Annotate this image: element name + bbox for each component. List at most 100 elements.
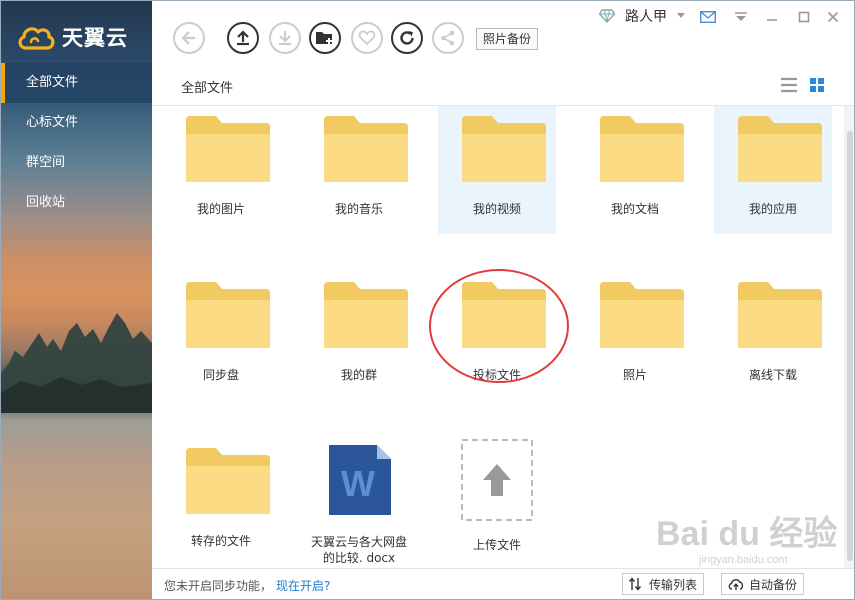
mail-icon (700, 11, 716, 23)
upload-placeholder-icon (461, 439, 533, 521)
diamond-icon (599, 9, 615, 23)
folder-name: 我的群 (340, 368, 377, 382)
folder-item[interactable]: 照片 (576, 272, 694, 400)
folder-name: 同步盘 (202, 368, 239, 382)
user-name: 路人甲 (625, 9, 667, 25)
favorite-button[interactable] (351, 22, 383, 54)
folder-icon (738, 116, 822, 182)
folder-item[interactable]: 我的音乐 (300, 106, 418, 234)
sidebar-nav: 全部文件 心标文件 群空间 回收站 (1, 63, 152, 223)
caret-down-icon (677, 13, 685, 18)
app-window: 天翼云 全部文件 心标文件 群空间 回收站 照片备份 路人甲 全部文件 我的图片… (0, 0, 855, 600)
folder-item[interactable]: 转存的文件 (162, 438, 280, 566)
folder-item[interactable]: 我的群 (300, 272, 418, 400)
folder-item[interactable]: 离线下载 (714, 272, 832, 400)
sidebar-item-starred-files[interactable]: 心标文件 (1, 103, 152, 143)
maximize-icon (798, 11, 810, 23)
new-folder-icon (316, 32, 332, 44)
download-icon (279, 31, 291, 46)
sidebar: 天翼云 全部文件 心标文件 群空间 回收站 (1, 1, 152, 599)
folder-name: 转存的文件 (190, 534, 251, 548)
heart-icon (358, 30, 376, 46)
folder-icon (738, 282, 822, 348)
folder-icon (324, 116, 408, 182)
file-name: 天翼云与各大网盘 的比较. docx (300, 534, 418, 566)
auto-backup-button[interactable]: 自动备份 (721, 573, 805, 595)
folder-item[interactable]: 我的应用 (714, 106, 832, 234)
folder-name: 离线下载 (748, 368, 797, 382)
photo-backup-button[interactable]: 照片备份 (476, 28, 539, 50)
word-document-icon: W (329, 445, 391, 515)
transfer-icon (629, 577, 641, 591)
status-bar: 您未开启同步功能， 现在开启? 传输列表 自动备份 (152, 568, 854, 599)
cloud-upload-icon (728, 579, 744, 590)
sidebar-item-label: 全部文件 (26, 75, 79, 90)
arrow-left-icon (181, 31, 195, 45)
user-menu[interactable]: 路人甲 (599, 6, 685, 26)
transfer-list-label: 传输列表 (649, 577, 698, 592)
share-button[interactable] (432, 22, 464, 54)
word-file-badge: W (341, 463, 375, 504)
toolbar: 照片备份 路人甲 (152, 1, 854, 65)
annotation-circle (429, 269, 569, 383)
menu-icon (735, 12, 747, 21)
folder-item[interactable]: 我的视频 (438, 106, 556, 234)
folder-item[interactable]: 同步盘 (162, 272, 280, 400)
upload-button[interactable] (227, 22, 259, 54)
app-logo: 天翼云 (16, 19, 128, 55)
folder-icon (600, 116, 684, 182)
folder-icon (600, 282, 684, 348)
refresh-icon (400, 31, 414, 45)
folder-item[interactable]: 我的文档 (576, 106, 694, 234)
transfer-list-button[interactable]: 传输列表 (622, 573, 705, 595)
main-menu-button[interactable] (734, 7, 748, 27)
download-button[interactable] (269, 22, 301, 54)
sidebar-item-group-space[interactable]: 群空间 (1, 143, 152, 183)
folder-name: 我的视频 (472, 202, 521, 216)
back-button[interactable] (173, 22, 205, 54)
sidebar-item-all-files[interactable]: 全部文件 (1, 63, 152, 103)
folder-icon (186, 116, 270, 182)
share-icon (441, 30, 455, 46)
grid-view-button[interactable] (809, 77, 825, 96)
folder-item[interactable]: 我的图片 (162, 106, 280, 234)
grid-view-icon (810, 78, 824, 92)
app-title: 天翼云 (62, 26, 128, 50)
folder-icon (462, 116, 546, 182)
refresh-button[interactable] (391, 22, 423, 54)
minimize-button[interactable] (766, 7, 778, 27)
sidebar-item-recycle-bin[interactable]: 回收站 (1, 183, 152, 223)
baidu-watermark-url: jingyan.baidu.com (699, 554, 788, 566)
folder-icon (324, 282, 408, 348)
sidebar-item-label: 心标文件 (26, 115, 79, 130)
scrollbar-thumb[interactable] (847, 131, 853, 561)
folder-icon (186, 448, 270, 514)
sidebar-item-label: 回收站 (26, 195, 66, 210)
sync-status-text: 您未开启同步功能， (164, 579, 273, 593)
upload-file-item[interactable]: 上传文件 (438, 438, 556, 566)
folder-icon (186, 282, 270, 348)
file-name-line: 的比较. docx (322, 551, 396, 565)
breadcrumb[interactable]: 全部文件 (181, 77, 233, 96)
breadcrumb-bar: 全部文件 (152, 65, 854, 106)
minimize-icon (767, 19, 777, 21)
folder-name: 照片 (622, 368, 647, 382)
cloud-logo-icon (18, 27, 55, 50)
list-view-button[interactable] (780, 77, 798, 96)
enable-sync-link[interactable]: 现在开启? (276, 577, 330, 594)
folder-name: 我的应用 (748, 202, 797, 216)
messages-button[interactable] (700, 7, 716, 27)
folder-name: 我的文档 (610, 202, 659, 216)
close-button[interactable] (827, 7, 839, 27)
list-view-icon (781, 77, 797, 93)
maximize-button[interactable] (798, 7, 810, 27)
upload-file-label: 上传文件 (472, 538, 521, 552)
folder-name: 我的音乐 (334, 202, 383, 216)
file-name-line: 天翼云与各大网盘 (310, 535, 407, 549)
file-item[interactable]: W 天翼云与各大网盘 的比较. docx (300, 438, 418, 568)
auto-backup-label: 自动备份 (749, 577, 798, 592)
close-icon (827, 11, 839, 23)
sidebar-item-label: 群空间 (26, 155, 66, 170)
new-folder-button[interactable] (309, 22, 341, 54)
upload-icon (237, 30, 249, 46)
